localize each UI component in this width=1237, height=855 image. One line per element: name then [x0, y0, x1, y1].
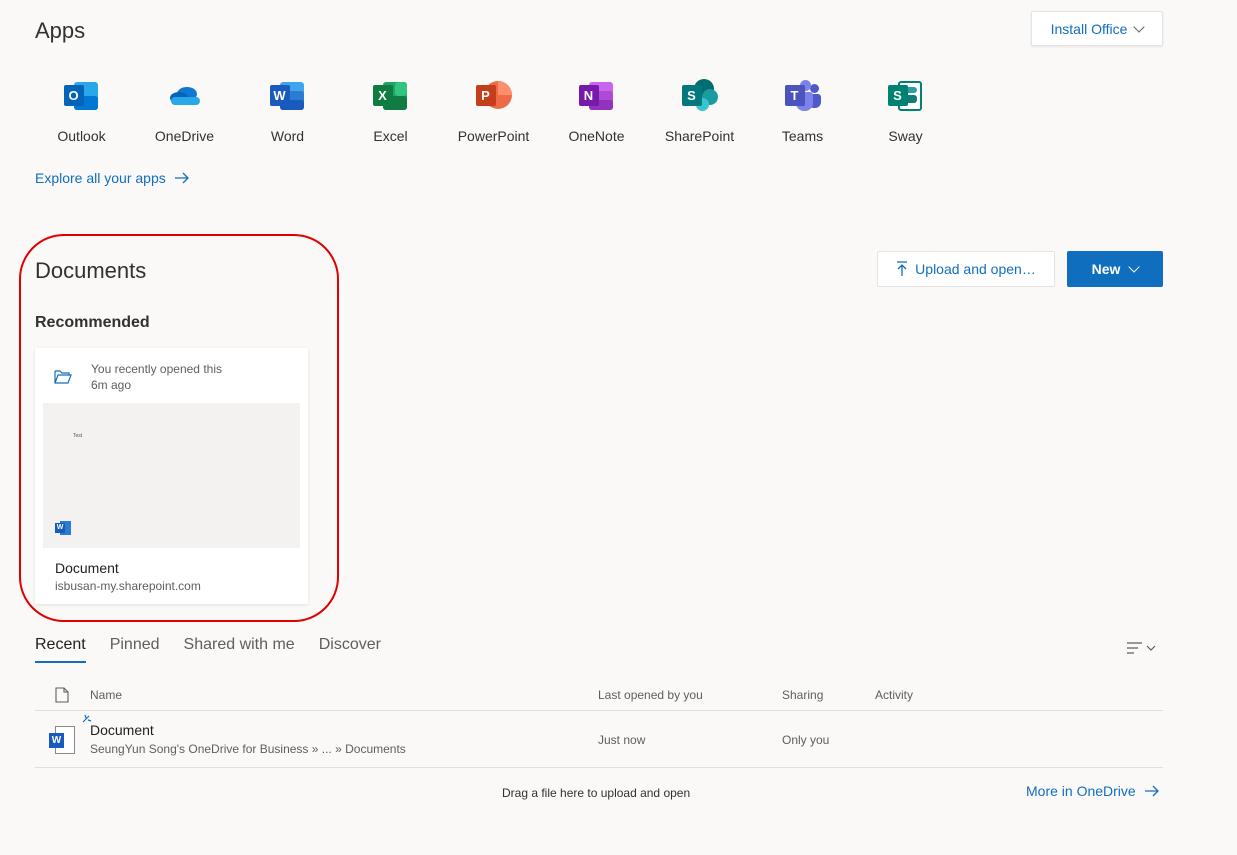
new-document-button[interactable]: New: [1067, 251, 1163, 287]
row-divider: [35, 767, 1163, 768]
app-label: PowerPoint: [457, 128, 530, 144]
sort-filter-icon[interactable]: [1127, 640, 1159, 656]
app-word[interactable]: W Word: [236, 78, 339, 144]
app-excel[interactable]: X Excel: [339, 78, 442, 144]
app-label: OneDrive: [154, 128, 215, 144]
app-sway[interactable]: S Sway: [854, 78, 957, 144]
arrow-right-icon: [1144, 785, 1159, 797]
row-sharing: Only you: [782, 733, 830, 747]
more-in-onedrive-label: More in OneDrive: [1026, 783, 1136, 799]
upload-icon: [897, 261, 908, 276]
app-sharepoint[interactable]: S SharePoint: [648, 78, 751, 144]
excel-icon: X: [372, 78, 409, 114]
new-label: New: [1091, 261, 1121, 277]
sharepoint-icon: S: [681, 78, 718, 114]
row-document-name[interactable]: Document: [90, 722, 154, 738]
app-label: OneNote: [568, 128, 625, 144]
sway-icon: S: [887, 78, 924, 114]
file-tabs: Recent Pinned Shared with me Discover: [35, 636, 405, 663]
tab-recent[interactable]: Recent: [35, 636, 86, 663]
apps-heading: Apps: [35, 18, 86, 43]
tab-discover[interactable]: Discover: [319, 636, 381, 663]
highlight-annotation: [19, 234, 339, 622]
drag-upload-hint: Drag a file here to upload and open: [502, 786, 691, 800]
teams-icon: T: [784, 78, 821, 114]
explore-apps-link[interactable]: Explore all your apps: [35, 170, 190, 186]
row-document-path: SeungYun Song's OneDrive for Business » …: [90, 742, 406, 756]
row-last-opened: Just now: [598, 733, 646, 747]
install-office-button[interactable]: Install Office: [1031, 11, 1163, 46]
explore-apps-label: Explore all your apps: [35, 170, 166, 186]
app-label: Sway: [888, 128, 923, 144]
column-last-opened[interactable]: Last opened by you: [598, 688, 703, 702]
app-onenote[interactable]: N OneNote: [545, 78, 648, 144]
onenote-icon: N: [578, 78, 615, 114]
install-office-label: Install Office: [1050, 20, 1128, 37]
onedrive-icon: [167, 78, 203, 114]
column-name[interactable]: Name: [90, 688, 122, 702]
word-icon: W: [269, 78, 306, 114]
app-onedrive[interactable]: OneDrive: [133, 78, 236, 144]
column-sharing[interactable]: Sharing: [782, 688, 823, 702]
outlook-icon: O: [63, 78, 100, 114]
app-label: Word: [270, 128, 305, 144]
app-label: Excel: [373, 128, 408, 144]
app-teams[interactable]: T Teams: [751, 78, 854, 144]
chevron-down-icon: [1133, 20, 1146, 33]
app-powerpoint[interactable]: P PowerPoint: [442, 78, 545, 144]
tab-shared-with-me[interactable]: Shared with me: [184, 636, 295, 663]
file-type-icon: [55, 687, 69, 703]
word-doc-icon: W: [49, 726, 75, 754]
chevron-down-icon: [1128, 261, 1141, 273]
arrow-right-icon: [174, 172, 189, 184]
column-activity[interactable]: Activity: [875, 688, 913, 702]
apps-launcher: O Outlook OneDrive W Word X Excel P Powe…: [30, 78, 957, 144]
app-outlook[interactable]: O Outlook: [30, 78, 133, 144]
powerpoint-icon: P: [475, 78, 512, 114]
more-in-onedrive-link[interactable]: More in OneDrive: [1026, 783, 1160, 799]
tab-pinned[interactable]: Pinned: [110, 636, 160, 663]
app-label: Outlook: [57, 128, 106, 144]
app-label: Teams: [781, 128, 824, 144]
upload-label: Upload and open…: [915, 261, 1036, 277]
upload-and-open-button[interactable]: Upload and open…: [877, 251, 1055, 287]
app-label: SharePoint: [664, 128, 735, 144]
